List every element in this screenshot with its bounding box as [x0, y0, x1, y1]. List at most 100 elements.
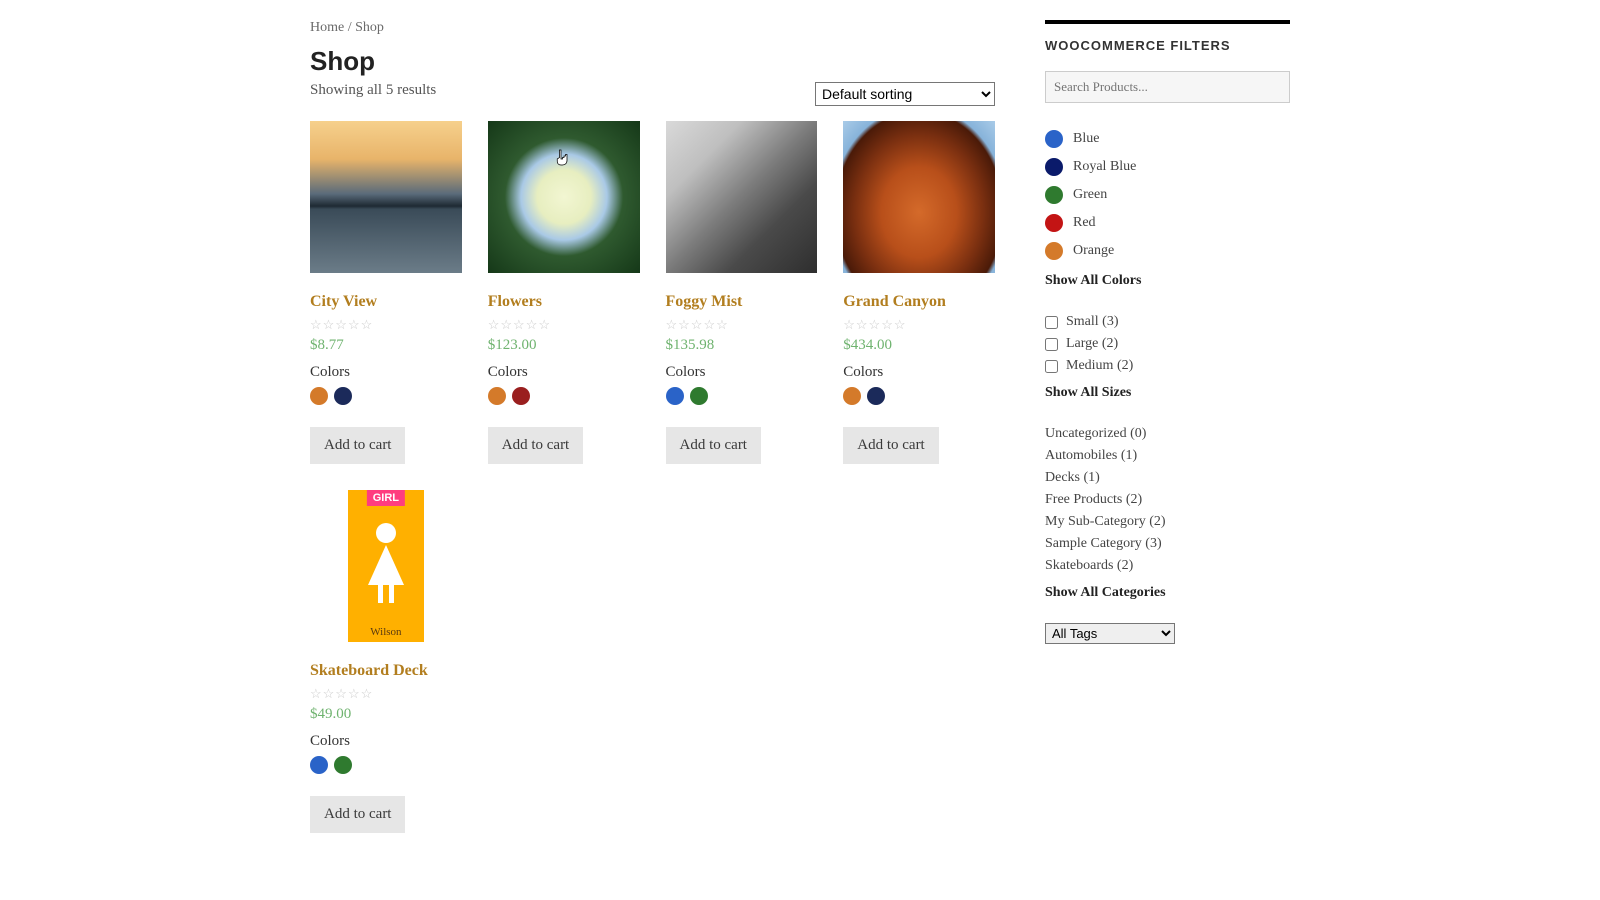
- color-swatch-orange[interactable]: [488, 387, 506, 405]
- colors-label: Colors: [310, 733, 462, 750]
- colors-label: Colors: [666, 364, 818, 381]
- rating-stars: ☆☆☆☆☆: [488, 317, 640, 333]
- color-swatches: [310, 756, 462, 774]
- rating-stars: ☆☆☆☆☆: [310, 686, 462, 702]
- filter-color-orange[interactable]: Orange: [1045, 237, 1290, 265]
- filter-category-item[interactable]: Decks (1): [1045, 467, 1290, 489]
- color-swatch-darkred[interactable]: [512, 387, 530, 405]
- breadcrumb-sep: /: [348, 20, 355, 35]
- color-swatches: [666, 387, 818, 405]
- product-image[interactable]: [666, 121, 818, 273]
- add-to-cart-button[interactable]: Add to cart: [843, 427, 938, 464]
- color-swatch-blue[interactable]: [310, 756, 328, 774]
- add-to-cart-button[interactable]: Add to cart: [488, 427, 583, 464]
- search-input[interactable]: [1045, 71, 1290, 103]
- filter-category-item[interactable]: My Sub-Category (2): [1045, 511, 1290, 533]
- filter-color-green[interactable]: Green: [1045, 181, 1290, 209]
- size-checkbox[interactable]: [1045, 360, 1058, 373]
- rating-stars: ☆☆☆☆☆: [666, 317, 818, 333]
- filter-category-item[interactable]: Free Products (2): [1045, 489, 1290, 511]
- filter-color-blue[interactable]: Blue: [1045, 125, 1290, 153]
- color-dot-icon: [1045, 186, 1063, 204]
- person-icon: [363, 523, 409, 613]
- sidebar-rule: [1045, 20, 1290, 24]
- color-swatches: [843, 387, 995, 405]
- result-count: Showing all 5 results: [310, 82, 436, 99]
- color-swatch-orange[interactable]: [843, 387, 861, 405]
- product-title[interactable]: Skateboard Deck: [310, 662, 462, 680]
- filter-color-label: Red: [1073, 215, 1096, 231]
- skate-brand-tag: GIRL: [367, 490, 405, 506]
- filter-category-item[interactable]: Automobiles (1): [1045, 445, 1290, 467]
- size-label: Medium (2): [1066, 358, 1133, 374]
- tag-select[interactable]: All Tags: [1045, 623, 1175, 644]
- color-swatch-green[interactable]: [334, 756, 352, 774]
- add-to-cart-button[interactable]: Add to cart: [310, 427, 405, 464]
- product-title[interactable]: Foggy Mist: [666, 293, 818, 311]
- filter-sizes: Small (3) Large (2) Medium (2): [1045, 311, 1290, 377]
- product-price: $49.00: [310, 706, 462, 723]
- filter-size-item: Small (3): [1045, 311, 1290, 333]
- filter-category-item[interactable]: Uncategorized (0): [1045, 423, 1290, 445]
- color-swatches: [310, 387, 462, 405]
- color-swatch-blue[interactable]: [666, 387, 684, 405]
- filter-size-item: Medium (2): [1045, 355, 1290, 377]
- product-image[interactable]: [488, 121, 640, 273]
- colors-label: Colors: [310, 364, 462, 381]
- filter-size-item: Large (2): [1045, 333, 1290, 355]
- filter-categories: Uncategorized (0)Automobiles (1)Decks (1…: [1045, 423, 1290, 577]
- product-card: GIRL Wilson Skateboard Deck ☆☆☆☆☆ $49.00 Colo…: [310, 490, 462, 833]
- products-grid: City View ☆☆☆☆☆ $8.77 Colors Add to cart Flow…: [310, 121, 995, 833]
- color-swatch-green[interactable]: [690, 387, 708, 405]
- product-price: $434.00: [843, 337, 995, 354]
- filter-color-red[interactable]: Red: [1045, 209, 1290, 237]
- product-image[interactable]: [310, 121, 462, 273]
- pointer-cursor-icon: [555, 148, 573, 170]
- size-checkbox[interactable]: [1045, 316, 1058, 329]
- size-label: Large (2): [1066, 336, 1118, 352]
- breadcrumb-current: Shop: [355, 20, 384, 35]
- breadcrumb: Home / Shop: [310, 20, 995, 36]
- skate-model-name: Wilson: [370, 626, 401, 638]
- product-image[interactable]: [843, 121, 995, 273]
- show-all-categories[interactable]: Show All Categories: [1045, 585, 1290, 601]
- sort-select[interactable]: Default sorting: [815, 82, 995, 106]
- filter-colors: Blue Royal Blue Green Red Orange: [1045, 125, 1290, 265]
- product-card: City View ☆☆☆☆☆ $8.77 Colors Add to cart: [310, 121, 462, 464]
- color-swatches: [488, 387, 640, 405]
- color-dot-icon: [1045, 158, 1063, 176]
- filter-color-royalblue[interactable]: Royal Blue: [1045, 153, 1290, 181]
- size-checkbox[interactable]: [1045, 338, 1058, 351]
- show-all-colors[interactable]: Show All Colors: [1045, 273, 1290, 289]
- show-all-sizes[interactable]: Show All Sizes: [1045, 385, 1290, 401]
- filter-color-label: Orange: [1073, 243, 1114, 259]
- color-swatch-navy[interactable]: [334, 387, 352, 405]
- rating-stars: ☆☆☆☆☆: [843, 317, 995, 333]
- product-price: $8.77: [310, 337, 462, 354]
- product-price: $135.98: [666, 337, 818, 354]
- rating-stars: ☆☆☆☆☆: [310, 317, 462, 333]
- size-label: Small (3): [1066, 314, 1119, 330]
- product-image[interactable]: GIRL Wilson: [310, 490, 462, 642]
- color-dot-icon: [1045, 242, 1063, 260]
- product-card: Grand Canyon ☆☆☆☆☆ $434.00 Colors Add to car…: [843, 121, 995, 464]
- color-dot-icon: [1045, 130, 1063, 148]
- breadcrumb-home[interactable]: Home: [310, 20, 344, 35]
- colors-label: Colors: [843, 364, 995, 381]
- colors-label: Colors: [488, 364, 640, 381]
- add-to-cart-button[interactable]: Add to cart: [666, 427, 761, 464]
- add-to-cart-button[interactable]: Add to cart: [310, 796, 405, 833]
- product-card: Foggy Mist ☆☆☆☆☆ $135.98 Colors Add to cart: [666, 121, 818, 464]
- filter-color-label: Royal Blue: [1073, 159, 1136, 175]
- product-card: Flowers☆☆☆☆☆$123.00ColorsAdd to cart: [488, 121, 640, 464]
- color-swatch-navy[interactable]: [867, 387, 885, 405]
- product-title[interactable]: City View: [310, 293, 462, 311]
- product-title[interactable]: Flowers: [488, 293, 640, 311]
- color-dot-icon: [1045, 214, 1063, 232]
- color-swatch-orange[interactable]: [310, 387, 328, 405]
- filter-color-label: Green: [1073, 187, 1107, 203]
- filter-category-item[interactable]: Sample Category (3): [1045, 533, 1290, 555]
- filter-category-item[interactable]: Skateboards (2): [1045, 555, 1290, 577]
- product-title[interactable]: Grand Canyon: [843, 293, 995, 311]
- filter-color-label: Blue: [1073, 131, 1099, 147]
